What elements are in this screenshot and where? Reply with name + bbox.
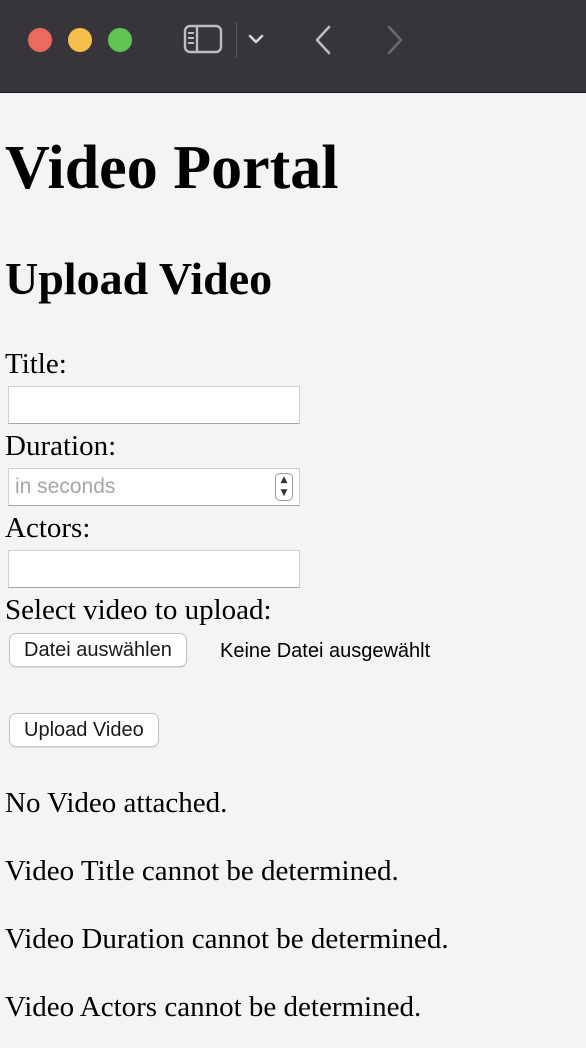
back-arrow-icon[interactable] [312, 24, 334, 56]
minimize-window-button[interactable] [68, 28, 92, 52]
status-message-duration: Video Duration cannot be determined. [5, 923, 449, 955]
choose-file-button[interactable]: Datei auswählen [9, 633, 187, 667]
sidebar-toggle-icon[interactable] [183, 23, 223, 55]
maximize-window-button[interactable] [108, 28, 132, 52]
duration-input[interactable] [8, 468, 300, 506]
section-heading: Upload Video [5, 253, 273, 304]
toolbar-divider [236, 22, 237, 58]
actors-input[interactable] [8, 550, 300, 588]
forward-arrow-icon[interactable] [384, 24, 406, 56]
upload-video-button[interactable]: Upload Video [9, 713, 159, 747]
duration-stepper[interactable]: ▲ ▼ [275, 473, 293, 501]
duration-label: Duration: [5, 430, 117, 462]
stepper-down-icon[interactable]: ▼ [276, 487, 292, 500]
browser-toolbar [0, 0, 586, 93]
close-window-button[interactable] [28, 28, 52, 52]
status-message-actors: Video Actors cannot be determined. [5, 991, 422, 1023]
chevron-down-icon[interactable] [247, 31, 265, 47]
status-message-title: Video Title cannot be determined. [5, 855, 399, 887]
actors-label: Actors: [5, 512, 91, 544]
title-label: Title: [5, 348, 67, 380]
title-input[interactable] [8, 386, 300, 424]
file-select-label: Select video to upload: [5, 594, 272, 626]
file-status-text: Keine Datei ausgewählt [220, 640, 431, 662]
page-title: Video Portal [5, 134, 339, 202]
stepper-up-icon[interactable]: ▲ [276, 474, 292, 487]
status-message-video: No Video attached. [5, 787, 228, 819]
